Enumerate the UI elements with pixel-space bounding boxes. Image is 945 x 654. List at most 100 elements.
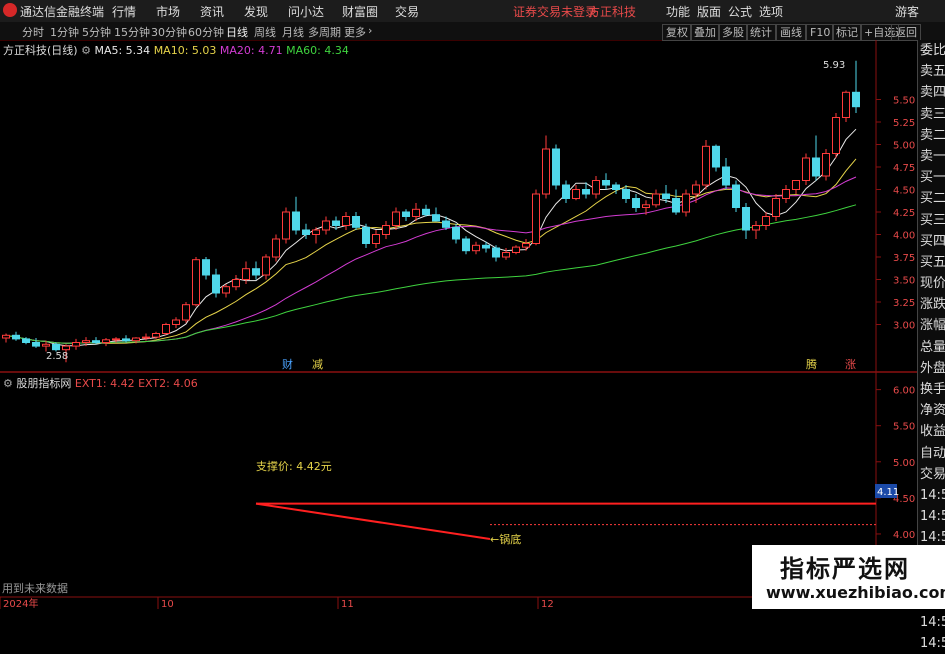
candle-body	[212, 274, 220, 294]
candle-body	[192, 259, 200, 306]
sub-tick-label: 5.00	[893, 458, 915, 469]
sidebar-item[interactable]: 净资	[918, 400, 945, 421]
candle-body	[142, 336, 150, 339]
candle-body	[82, 340, 90, 344]
kline-chart[interactable]: 5.50 5.25 5.00 4.75 4.50 4.25 4.00 3.75 3.50 3.25…	[0, 0, 945, 609]
sub-indicator-axis: 6.005.505.004.504.00	[876, 386, 915, 541]
ma60-line	[5, 204, 857, 344]
sidebar-item[interactable]: 14:56	[918, 633, 945, 654]
candle-body	[362, 226, 370, 245]
candle-body	[62, 345, 70, 351]
candle-body	[22, 338, 30, 343]
price-tick-label: 4.00	[893, 231, 915, 242]
price-tick-label: 5.50	[893, 96, 915, 107]
candle-body	[532, 193, 540, 244]
price-tick-label: 4.50	[893, 186, 915, 197]
candle-body	[182, 304, 190, 321]
sidebar-item[interactable]: 买五	[918, 252, 945, 273]
sidebar-item[interactable]: 买三	[918, 210, 945, 231]
candle-body	[442, 220, 450, 228]
candle-body	[402, 211, 410, 217]
candle-body	[752, 225, 760, 231]
candle-body	[412, 208, 420, 218]
date-label: 12	[541, 599, 554, 609]
watermark: 指标严选网 www.xuezhibiao.com	[752, 545, 945, 609]
sidebar-item[interactable]: 卖四	[918, 82, 945, 103]
sub-tick-label: 4.00	[893, 530, 915, 541]
sidebar-item[interactable]: 卖三	[918, 104, 945, 125]
sidebar-item[interactable]: 卖五	[918, 61, 945, 82]
annotations: 5.93 2.58 财 减 腾 涨 支撑价: 4.42元 ←锅底 用到未来数据 …	[2, 60, 899, 595]
candle-body	[642, 204, 650, 209]
sub-tick-label: 5.50	[893, 422, 915, 433]
trend-down-line	[255, 502, 491, 540]
candle-body	[282, 211, 290, 240]
sidebar-item[interactable]: 交易	[918, 464, 945, 485]
ma5-label: MA5: 5.34	[94, 44, 151, 57]
sub-indicator-lines	[255, 502, 876, 540]
candle-body	[632, 198, 640, 208]
watermark-title: 指标严选网	[780, 555, 910, 583]
ext1-label: EXT1: 4.42	[74, 377, 135, 390]
ma5-line	[5, 128, 857, 347]
candle-body	[762, 216, 770, 226]
settings-gear-icon[interactable]: ⚙	[3, 377, 13, 390]
candle-body	[2, 334, 10, 339]
marker-jian: 减	[312, 358, 323, 371]
sidebar-item[interactable]: 卖一	[918, 146, 945, 167]
candle-body	[102, 339, 110, 343]
candle-body	[512, 246, 520, 254]
candle-body	[322, 220, 330, 231]
sidebar-item[interactable]: 14:56	[918, 506, 945, 527]
sidebar-item[interactable]: 涨幅	[918, 315, 945, 336]
price-tick-label: 5.25	[893, 118, 915, 129]
high-price-label: 5.93	[823, 60, 845, 71]
sub-chart-title: 股朋指标网	[16, 377, 72, 390]
candle-body	[42, 343, 50, 347]
sidebar-item[interactable]: 买一	[918, 167, 945, 188]
sidebar-item[interactable]: 涨跌	[918, 294, 945, 315]
sidebar-item[interactable]: 14:56	[918, 485, 945, 506]
settings-gear-icon[interactable]: ⚙	[81, 44, 91, 57]
candle-body	[152, 333, 160, 338]
sidebar-item[interactable]: 买四	[918, 231, 945, 252]
candle-body	[672, 198, 680, 213]
candle-body	[392, 211, 400, 226]
sidebar-item[interactable]: 收益	[918, 421, 945, 442]
candle-body	[722, 166, 730, 186]
candle-body	[542, 148, 550, 195]
main-chart-title: 方正科技(日线)	[3, 44, 78, 57]
candle-body	[482, 244, 490, 249]
candlesticks	[2, 60, 860, 363]
candle-body	[612, 184, 620, 190]
candle-body	[382, 225, 390, 235]
ma10-label: MA10: 5.03	[153, 44, 217, 57]
price-tick-label: 3.75	[893, 253, 915, 264]
candle-body	[132, 337, 140, 342]
sidebar-item[interactable]: 委比	[918, 40, 945, 61]
candle-body	[272, 238, 280, 258]
candle-body	[262, 256, 270, 276]
sidebar-item[interactable]: 自动	[918, 443, 945, 464]
ma60-label: MA60: 4.34	[286, 44, 349, 57]
candle-body	[822, 153, 830, 177]
sub-chart-legend: ⚙ 股朋指标网 EXT1: 4.42 EXT2: 4.06	[3, 375, 198, 391]
sidebar-item[interactable]: 卖二	[918, 125, 945, 146]
candle-body	[472, 244, 480, 252]
candle-body	[342, 216, 350, 226]
candle-body	[502, 252, 510, 258]
sidebar-item[interactable]: 现价	[918, 273, 945, 294]
sidebar-item[interactable]: 买二	[918, 188, 945, 209]
candle-body	[662, 193, 670, 199]
ma10-line	[5, 158, 857, 344]
sidebar-item[interactable]: 外盘	[918, 358, 945, 379]
sidebar-item[interactable]: 总量	[918, 337, 945, 358]
candle-body	[592, 180, 600, 195]
candle-body	[332, 220, 340, 226]
sidebar-item[interactable]: 14:56	[918, 612, 945, 633]
date-label: 2024年	[3, 597, 38, 609]
sidebar-item[interactable]: 换手	[918, 379, 945, 400]
date-axis: 2024年 10 11 12	[0, 597, 554, 609]
candle-body	[162, 324, 170, 334]
candle-body	[452, 226, 460, 240]
